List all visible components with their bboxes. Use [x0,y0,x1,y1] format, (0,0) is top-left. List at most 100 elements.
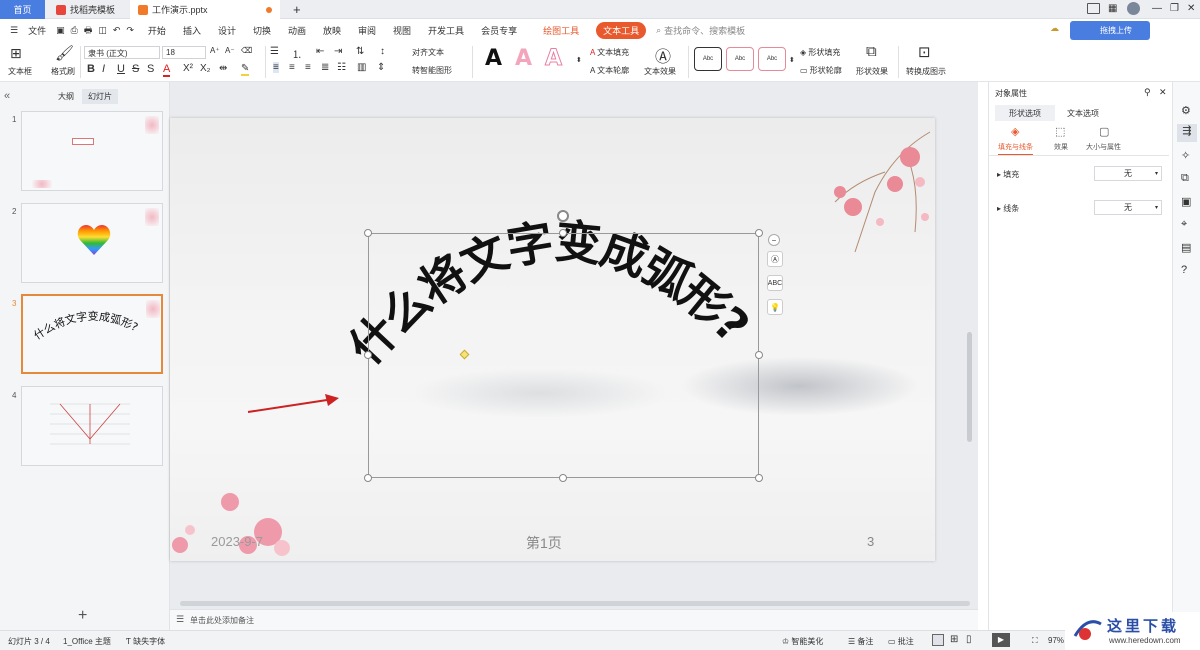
settings-icon[interactable]: ⚙ [1181,104,1191,117]
hamburger-menu-icon[interactable]: ☰ [10,25,18,36]
layout-icon[interactable] [1087,3,1100,14]
pin-icon[interactable]: ⚲ [1144,87,1151,98]
location-icon[interactable]: ⌖ [1181,218,1187,231]
text-style-black[interactable]: A [485,46,502,71]
fill-bucket-icon[interactable]: ◈ [1011,125,1019,138]
text-direction-icon[interactable]: ⇅ [356,46,364,57]
align-left-icon[interactable]: ≡ [273,62,279,73]
shadow-text-icon[interactable]: S [147,63,154,75]
text-effect-float-icon[interactable]: ABC [767,275,783,291]
font-grow-icon[interactable]: A⁺ [210,46,220,55]
text-style-float-icon[interactable]: Ⓐ [767,251,783,267]
resize-handle[interactable] [559,474,567,482]
more-styles-icon[interactable]: ⬍ [576,56,582,64]
new-tab-button[interactable]: + [285,0,309,19]
menu-transition[interactable]: 切换 [253,24,271,37]
subtab-effect[interactable]: 效果 [1054,142,1068,152]
menu-insert[interactable]: 插入 [183,24,201,37]
menu-animation[interactable]: 动画 [288,24,306,37]
highlight-icon[interactable]: ✎ [241,63,250,76]
collapse-panel-icon[interactable]: « [4,90,10,102]
subscript-icon[interactable]: X₂ [200,63,211,74]
increase-indent-icon[interactable]: ⇥ [334,46,342,57]
text-outline-button[interactable]: A 文本轮廓 [590,65,629,76]
properties-icon[interactable]: ⇶ [1177,124,1197,142]
apps-grid-icon[interactable]: ▦ [1108,3,1117,14]
textbox-button[interactable]: 文本框 [8,66,32,77]
convert-diagram-button[interactable]: 转换成图示 [906,66,946,77]
restore-button[interactable]: ❐ [1170,3,1179,14]
menu-start[interactable]: 开始 [148,24,166,37]
slide-thumbnail-1[interactable] [21,111,163,191]
resize-handle[interactable] [364,229,372,237]
slide-thumbnail-2[interactable] [21,203,163,283]
export-icon[interactable]: ⎙ [71,25,78,36]
slide-thumbnail-4[interactable] [21,386,163,466]
smart-shape-button[interactable]: 转智能图形 [412,65,452,76]
shape-effect-button[interactable]: 形状效果 [856,66,888,77]
save-icon[interactable]: ▣ [56,25,65,36]
menu-developer[interactable]: 开发工具 [428,24,464,37]
help-icon[interactable]: ? [1181,264,1187,276]
superscript-icon[interactable]: X² [183,63,193,74]
fill-section-toggle[interactable]: ▸ 填充 [997,169,1019,180]
textbox-icon[interactable]: ⊞ [10,45,22,62]
subtab-size-properties[interactable]: 大小与属性 [1086,142,1121,152]
horizontal-scrollbar[interactable] [180,601,970,606]
justify-icon[interactable]: ≣ [321,62,329,73]
search-input[interactable]: 查找命令、搜索模板 [664,24,745,37]
undo-icon[interactable]: ↶ [113,25,121,36]
zoom-level[interactable]: 97% [1048,636,1064,645]
missing-font-button[interactable]: Ƭ 缺失字体 [126,636,165,647]
format-painter-icon[interactable]: 🖌 [55,44,74,62]
menu-member[interactable]: 会员专享 [481,24,517,37]
tab-text-options[interactable]: 文本选项 [1067,108,1099,119]
size-icon[interactable]: ▢ [1099,125,1109,138]
tab-template[interactable]: 找稻壳模板 [48,0,128,19]
menu-drawing-tools[interactable]: 绘图工具 [543,24,579,37]
align-text-button[interactable]: 对齐文本 [412,47,444,58]
shape-style-3[interactable]: Abc [758,47,786,71]
align-center-icon[interactable]: ≡ [289,62,295,73]
minimize-button[interactable]: — [1152,3,1162,14]
print-icon[interactable]: 🖶 [84,23,93,39]
shape-style-1[interactable]: Abc [694,47,722,71]
strikethrough-button[interactable]: S [132,63,139,75]
grid-view-icon[interactable]: ⊞ [950,634,958,645]
copy-icon[interactable]: ⧉ [1181,172,1189,185]
numbered-list-icon[interactable]: ⒈ [292,46,302,61]
shape-outline-button[interactable]: ▭ 形状轮廓 [800,65,842,76]
resize-handle[interactable] [755,229,763,237]
resize-handle[interactable] [755,474,763,482]
vertical-scrollbar[interactable] [967,332,972,442]
text-effect-button[interactable]: 文本效果 [644,66,676,77]
resize-handle[interactable] [364,351,372,359]
rotate-handle-icon[interactable] [557,210,569,222]
bullet-list-icon[interactable]: ☰ [270,46,279,57]
normal-view-icon[interactable] [932,634,944,646]
tab-slides[interactable]: 幻灯片 [82,89,118,104]
menu-review[interactable]: 审阅 [358,24,376,37]
effect-icon[interactable]: ⬚ [1055,125,1065,138]
paragraph-spacing-icon[interactable]: ⇕ [377,62,385,73]
book-icon[interactable]: ▤ [1181,241,1191,254]
font-shrink-icon[interactable]: A⁻ [225,46,235,55]
notes-button[interactable]: ☰ 备注 [848,636,873,647]
redo-icon[interactable]: ↷ [126,25,134,36]
tab-outline[interactable]: 大纲 [58,91,74,102]
columns-icon[interactable]: ▥ [357,62,366,73]
beautify-button[interactable]: ♔ 智能美化 [782,636,823,647]
preview-icon[interactable]: ◫ [98,25,107,36]
tab-home[interactable]: 首页 [0,0,45,19]
comments-button[interactable]: ▭ 批注 [888,636,914,647]
slide-canvas[interactable]: 什么将文字变成弧形? − Ⓐ ABC 💡 2023-9-7 第1页 3 [170,118,935,561]
shape-style-2[interactable]: Abc [726,47,754,71]
format-painter-button[interactable]: 格式刷 [51,66,75,77]
line-section-toggle[interactable]: ▸ 线条 [997,203,1019,214]
resize-handle[interactable] [559,229,567,237]
animation-icon[interactable]: ✧ [1181,149,1190,162]
play-icon[interactable]: ▶ [992,633,1010,647]
notes-bar[interactable]: ☰ 单击此处添加备注 [170,609,978,630]
idea-lightbulb-icon[interactable]: 💡 [767,299,783,315]
shape-fill-button[interactable]: ◈ 形状填充 [800,47,840,58]
